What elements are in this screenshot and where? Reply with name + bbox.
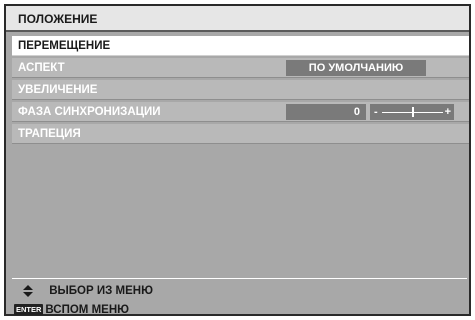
up-down-arrows-icon <box>18 282 38 300</box>
menu-item-label: ПЕРЕМЕЩЕНИЕ <box>18 40 111 52</box>
aspect-value[interactable]: ПО УМОЛЧАНИЮ <box>286 60 426 76</box>
menu-item-shift[interactable]: ПЕРЕМЕЩЕНИЕ <box>12 36 469 56</box>
menu-title: ПОЛОЖЕНИЕ <box>6 6 469 32</box>
slider-plus-symbol: + <box>444 106 451 118</box>
menu-item-aspect[interactable]: АСПЕКТ ПО УМОЛЧАНИЮ <box>12 58 469 78</box>
footer-enter-hint: ENTER ВСПОМ МЕНЮ <box>12 301 467 319</box>
menu-item-keystone[interactable]: ТРАПЕЦИЯ <box>12 124 469 144</box>
menu-item-label: УВЕЛИЧЕНИЕ <box>18 84 98 96</box>
menu-item-label: ТРАПЕЦИЯ <box>18 128 81 140</box>
footer-divider <box>12 278 467 279</box>
menu-list: ПЕРЕМЕЩЕНИЕ АСПЕКТ ПО УМОЛЧАНИЮ УВЕЛИЧЕН… <box>12 36 469 146</box>
footer-select-hint: ВЫБОР ИЗ МЕНЮ <box>12 282 467 300</box>
slider-thumb[interactable] <box>411 107 414 117</box>
menu-item-zoom[interactable]: УВЕЛИЧЕНИЕ <box>12 80 469 100</box>
position-menu-panel: ПОЛОЖЕНИЕ ПЕРЕМЕЩЕНИЕ АСПЕКТ ПО УМОЛЧАНИ… <box>4 4 471 316</box>
menu-item-label: ФАЗА СИНХРОНИЗАЦИИ <box>18 106 161 118</box>
enter-hint-label: ВСПОМ МЕНЮ <box>45 304 129 316</box>
clock-phase-slider[interactable]: - + <box>370 104 454 120</box>
menu-item-label: АСПЕКТ <box>18 62 65 74</box>
menu-item-clock-phase[interactable]: ФАЗА СИНХРОНИЗАЦИИ 0 - + <box>12 102 469 122</box>
select-hint-label: ВЫБОР ИЗ МЕНЮ <box>49 285 153 297</box>
enter-key-icon: ENTER <box>14 304 44 316</box>
clock-phase-value: 0 <box>286 104 366 120</box>
slider-minus-symbol: - <box>374 106 378 118</box>
